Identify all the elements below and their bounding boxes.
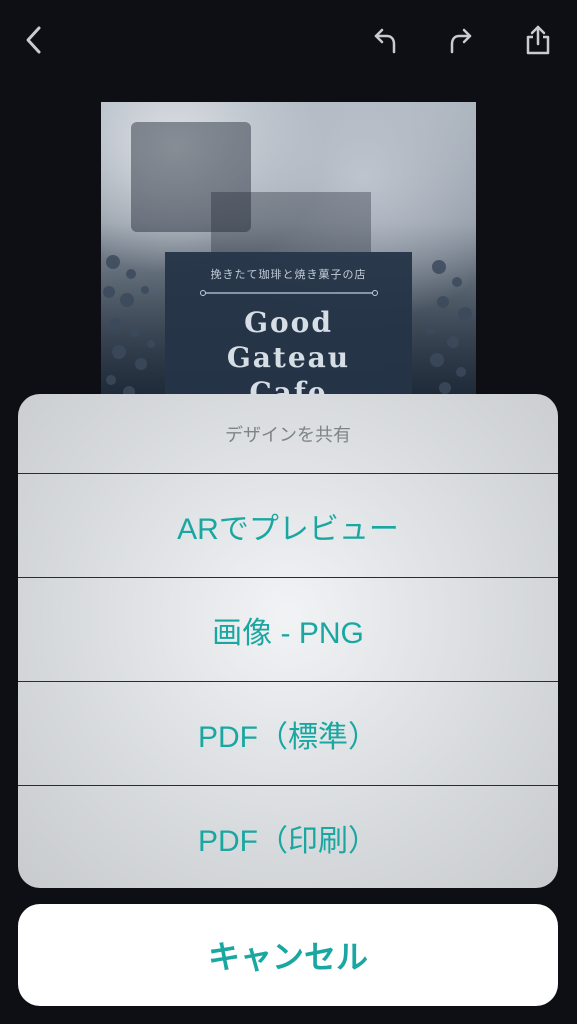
redo-button[interactable] (438, 18, 482, 62)
redo-icon (450, 28, 472, 54)
design-title-panel: 挽きたて珈琲と焼き菓子の店 Good Gateau Cafe (165, 252, 412, 402)
design-title-line2: Gateau (226, 341, 351, 374)
sheet-title: デザインを共有 (18, 394, 558, 474)
option-pdf-standard[interactable]: PDF（標準） (18, 682, 558, 786)
ornament-divider (199, 290, 378, 296)
share-icon (526, 25, 550, 55)
option-pdf-print[interactable]: PDF（印刷） (18, 786, 558, 888)
undo-button[interactable] (364, 18, 408, 62)
option-image-png[interactable]: 画像 - PNG (18, 578, 558, 682)
undo-icon (374, 28, 396, 54)
chevron-left-icon (26, 26, 41, 54)
back-button[interactable] (12, 18, 56, 62)
cancel-button[interactable]: キャンセル (18, 904, 558, 1006)
share-button[interactable] (516, 18, 560, 62)
top-toolbar (0, 0, 577, 80)
design-tagline: 挽きたて珈琲と焼き菓子の店 (210, 268, 367, 281)
share-action-sheet: デザインを共有 ARでプレビュー 画像 - PNG PDF（標準） PDF（印刷… (18, 394, 558, 888)
design-title-line1: Good (244, 306, 333, 339)
option-ar-preview[interactable]: ARでプレビュー (18, 474, 558, 578)
design-preview: 挽きたて珈琲と焼き菓子の店 Good Gateau Cafe (101, 102, 476, 402)
